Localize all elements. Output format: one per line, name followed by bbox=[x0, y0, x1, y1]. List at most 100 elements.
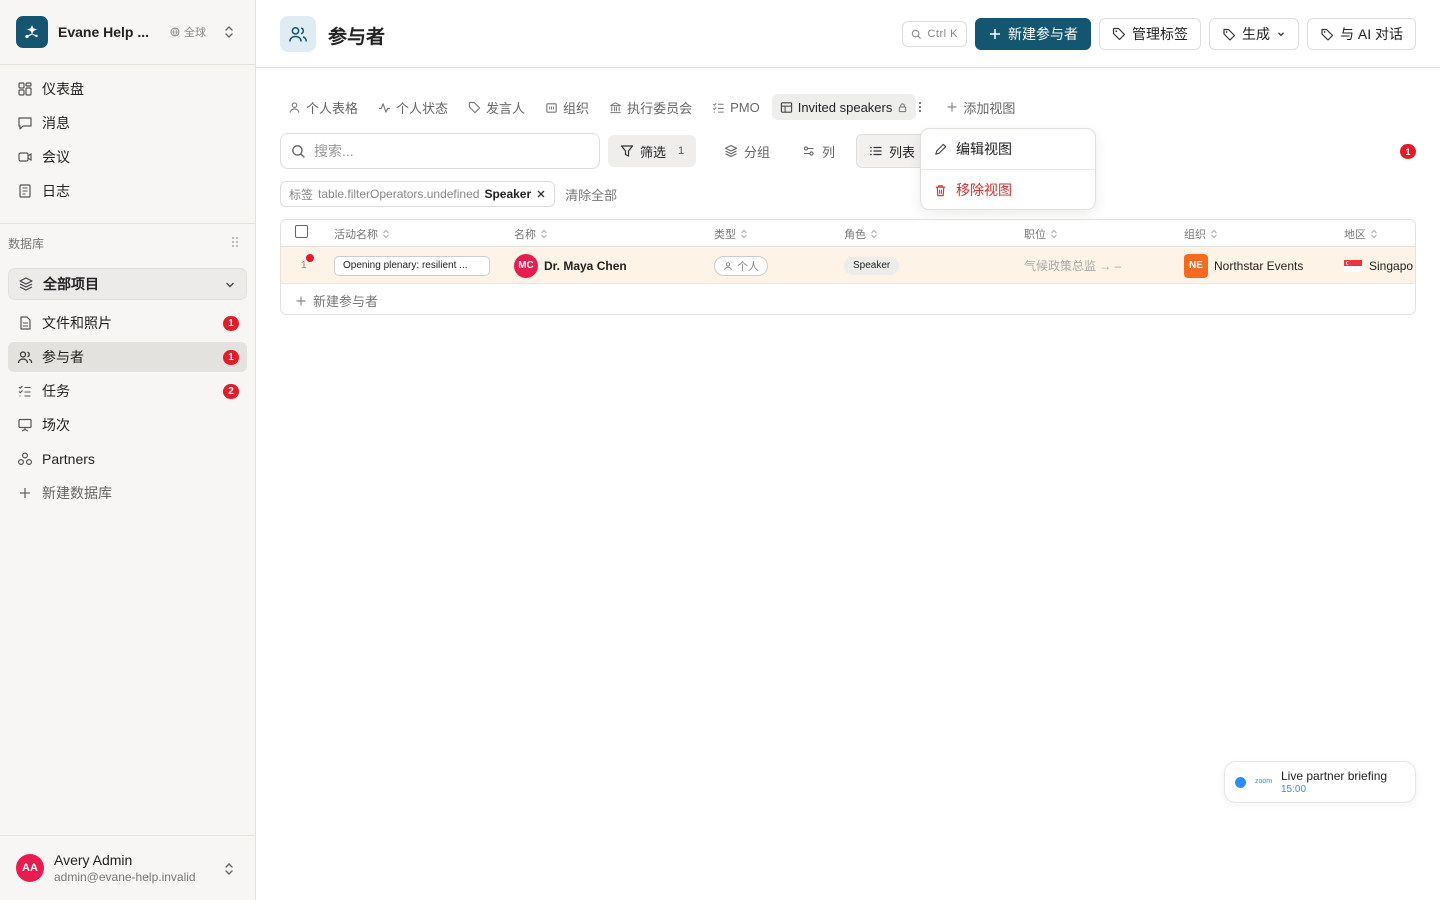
user-icon bbox=[724, 261, 732, 270]
cell-name[interactable]: MC Dr. Maya Chen bbox=[514, 247, 627, 284]
new-database-button[interactable]: 新建数据库 bbox=[8, 478, 247, 508]
database-selector-label: 全部项目 bbox=[43, 276, 99, 292]
tab-pmo[interactable]: PMO bbox=[704, 94, 768, 120]
nav-item-messages[interactable]: 消息 bbox=[8, 108, 247, 138]
view-tabs: 个人表格 个人状态 发言人 组织 执行委员会 PMO Invited speak… bbox=[280, 94, 1023, 120]
manage-tags-button[interactable]: 管理标签 bbox=[1098, 18, 1201, 50]
clear-all-filters-button[interactable]: 清除全部 bbox=[565, 185, 617, 204]
list-label: 列表 bbox=[889, 144, 916, 160]
column-header-region[interactable]: 地区 bbox=[1344, 226, 1378, 242]
users-icon bbox=[280, 16, 316, 52]
sliders-icon bbox=[803, 146, 814, 156]
region-name: Singapo bbox=[1369, 258, 1414, 273]
cell-event[interactable]: Opening plenary: resilient ... bbox=[334, 247, 490, 284]
plus-icon bbox=[989, 29, 1000, 39]
generate-button[interactable]: 生成 bbox=[1208, 18, 1299, 50]
cell-position[interactable]: 气候政策总监 → – bbox=[1024, 247, 1121, 284]
cell-organization[interactable]: NE Northstar Events bbox=[1184, 247, 1303, 284]
column-header-type[interactable]: 类型 bbox=[714, 226, 748, 242]
nav-item-participants[interactable]: 参与者 1 bbox=[8, 342, 247, 372]
edit-view-menu-item[interactable]: 编辑视图 bbox=[933, 139, 1012, 159]
group-label: 分组 bbox=[744, 144, 771, 160]
nav-item-dashboard[interactable]: 仪表盘 bbox=[8, 74, 247, 104]
tab-label: 执行委员会 bbox=[627, 100, 693, 116]
meeting-reminder-toast[interactable]: zoom Live partner briefing 15:00 bbox=[1224, 761, 1416, 803]
column-header-organization[interactable]: 组织 bbox=[1184, 226, 1218, 242]
close-icon[interactable] bbox=[536, 189, 546, 199]
edit-view-label: 编辑视图 bbox=[956, 141, 1012, 157]
tab-organizations[interactable]: 组织 bbox=[537, 94, 597, 120]
column-label: 角色 bbox=[844, 229, 866, 241]
row-index: 1 bbox=[301, 260, 307, 271]
pencil-icon bbox=[935, 143, 947, 155]
institution-icon bbox=[610, 101, 621, 113]
view-more-button[interactable] bbox=[916, 94, 924, 120]
dashboard-icon bbox=[18, 82, 32, 96]
column-header-role[interactable]: 角色 bbox=[844, 226, 878, 242]
globe-icon bbox=[170, 27, 180, 37]
tab-invited-speakers[interactable]: Invited speakers bbox=[771, 94, 917, 120]
workspace-logo-icon bbox=[16, 16, 48, 48]
nav-item-meetings[interactable]: 会议 bbox=[8, 142, 247, 172]
table-row[interactable]: 1 Opening plenary: resilient ... MC Dr. … bbox=[281, 247, 1415, 284]
ai-chat-label: 与 AI 对话 bbox=[1339, 26, 1403, 42]
column-header-name[interactable]: 名称 bbox=[514, 226, 548, 242]
tab-personal-status[interactable]: 个人状态 bbox=[370, 94, 456, 120]
column-header-position[interactable]: 职位 bbox=[1024, 226, 1058, 242]
new-participant-button[interactable]: 新建参与者 bbox=[974, 18, 1091, 50]
nav-item-partners[interactable]: Partners bbox=[8, 444, 247, 474]
column-header-event[interactable]: 活动名称 bbox=[334, 226, 390, 242]
new-database-label: 新建数据库 bbox=[42, 485, 112, 501]
filter-button[interactable]: 筛选 1 bbox=[608, 135, 697, 167]
command-search-button[interactable]: Ctrl K bbox=[902, 21, 967, 47]
sidebar: Evane Help ... 全球 仪表盘 消息 会议 日志 数据库 全部项目 bbox=[0, 0, 256, 900]
user-menu[interactable]: AA Avery Admin admin@evane-help.invalid bbox=[16, 850, 239, 886]
filter-count: 1 bbox=[678, 145, 685, 157]
nav-label: 参与者 bbox=[42, 349, 84, 365]
cell-region[interactable]: Singapo bbox=[1344, 247, 1413, 284]
select-all-checkbox[interactable] bbox=[295, 225, 308, 238]
message-icon bbox=[18, 117, 32, 130]
nav-item-files[interactable]: 文件和照片 1 bbox=[8, 308, 247, 338]
tab-label: Invited speakers bbox=[797, 99, 893, 115]
chevron-updown-icon[interactable] bbox=[223, 24, 235, 40]
filter-value: Speaker bbox=[484, 187, 532, 201]
new-participant-row-button[interactable]: 新建参与者 bbox=[295, 291, 378, 310]
nav-item-tasks[interactable]: 任务 2 bbox=[8, 376, 247, 406]
columns-button[interactable]: 列 bbox=[790, 135, 847, 167]
filter-chip[interactable]: 标签 table.filterOperators.undefined Speak… bbox=[280, 181, 556, 207]
drag-handle-icon[interactable] bbox=[231, 236, 239, 248]
cell-role[interactable]: Speaker bbox=[844, 247, 900, 284]
nav-item-log[interactable]: 日志 bbox=[8, 176, 247, 206]
tab-speakers[interactable]: 发言人 bbox=[460, 94, 533, 120]
nav-label: 仪表盘 bbox=[42, 81, 84, 97]
column-label: 组织 bbox=[1184, 229, 1206, 241]
nav-label: 日志 bbox=[42, 183, 70, 199]
remove-view-menu-item[interactable]: 移除视图 bbox=[933, 180, 1012, 200]
cell-type[interactable]: 个人 bbox=[714, 247, 768, 284]
organization-name: Northstar Events bbox=[1214, 258, 1304, 273]
tab-label: 个人表格 bbox=[306, 100, 359, 116]
add-view-button[interactable]: 添加视图 bbox=[938, 94, 1023, 120]
table-toolbar: 搜索... 筛选 1 分组 列 列表 1 bbox=[280, 133, 1416, 169]
sidebar-divider bbox=[0, 64, 255, 65]
list-view-button[interactable]: 列表 bbox=[856, 134, 929, 168]
workspace-switcher[interactable]: Evane Help ... 全球 bbox=[16, 16, 239, 48]
group-button[interactable]: 分组 bbox=[712, 135, 782, 167]
shortcut-label: Ctrl K bbox=[927, 28, 958, 40]
layers-icon bbox=[19, 277, 33, 291]
tag-icon bbox=[468, 101, 481, 113]
column-label: 地区 bbox=[1344, 229, 1366, 241]
database-selector[interactable]: 全部项目 bbox=[8, 268, 247, 300]
workspace-scope: 全球 bbox=[170, 24, 206, 40]
tab-executive-committee[interactable]: 执行委员会 bbox=[601, 94, 700, 120]
nav-item-sessions[interactable]: 场次 bbox=[8, 410, 247, 440]
file-icon bbox=[20, 316, 31, 330]
ai-chat-button[interactable]: 与 AI 对话 bbox=[1306, 18, 1416, 50]
tab-personal-table[interactable]: 个人表格 bbox=[280, 94, 366, 120]
zoom-logo-icon bbox=[1235, 777, 1246, 788]
checklist-icon bbox=[18, 385, 31, 397]
toast-time: 15:00 bbox=[1281, 784, 1307, 795]
chevron-down-icon bbox=[1278, 32, 1284, 37]
search-input[interactable]: 搜索... bbox=[280, 133, 600, 169]
